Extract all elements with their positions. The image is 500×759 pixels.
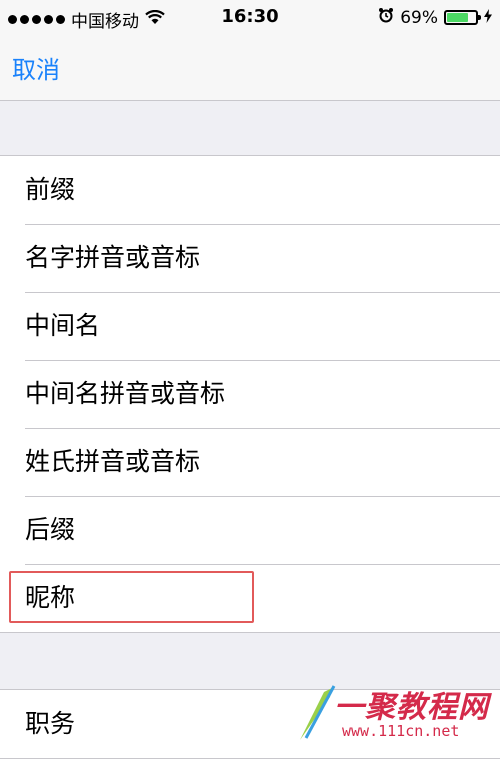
status-bar: 中国移动 16:30 69% bbox=[0, 0, 500, 34]
field-label: 后缀 bbox=[25, 515, 76, 544]
name-fields-group: 前缀 名字拼音或音标 中间名 中间名拼音或音标 姓氏拼音或音标 后缀 昵称 bbox=[0, 155, 500, 633]
field-label: 名字拼音或音标 bbox=[25, 243, 201, 272]
field-prefix[interactable]: 前缀 bbox=[0, 156, 500, 224]
field-middle-name[interactable]: 中间名 bbox=[0, 292, 500, 360]
field-suffix[interactable]: 后缀 bbox=[0, 496, 500, 564]
battery-level-fill bbox=[447, 13, 468, 22]
field-middle-name-phonetic[interactable]: 中间名拼音或音标 bbox=[0, 360, 500, 428]
navigation-bar: 取消 bbox=[0, 34, 500, 101]
status-right: 69% bbox=[378, 7, 492, 28]
watermark-url: www.111cn.net bbox=[342, 722, 460, 740]
watermark-title: 一聚教程网 bbox=[334, 690, 489, 725]
watermark-logo: 一聚教程网 www.111cn.net bbox=[294, 680, 494, 744]
battery-icon bbox=[444, 10, 481, 25]
cancel-button[interactable]: 取消 bbox=[12, 50, 60, 85]
field-nickname[interactable]: 昵称 bbox=[0, 564, 500, 632]
field-label: 职务 bbox=[25, 709, 76, 738]
field-label: 前缀 bbox=[25, 175, 76, 204]
field-first-name-phonetic[interactable]: 名字拼音或音标 bbox=[0, 224, 500, 292]
field-label: 姓氏拼音或音标 bbox=[25, 447, 201, 476]
charging-icon bbox=[484, 8, 492, 28]
field-label: 中间名 bbox=[25, 311, 101, 340]
field-last-name-phonetic[interactable]: 姓氏拼音或音标 bbox=[0, 428, 500, 496]
battery-percent: 69% bbox=[400, 7, 438, 28]
alarm-icon bbox=[378, 7, 394, 28]
highlight-box bbox=[9, 571, 254, 623]
field-label: 中间名拼音或音标 bbox=[25, 379, 226, 408]
